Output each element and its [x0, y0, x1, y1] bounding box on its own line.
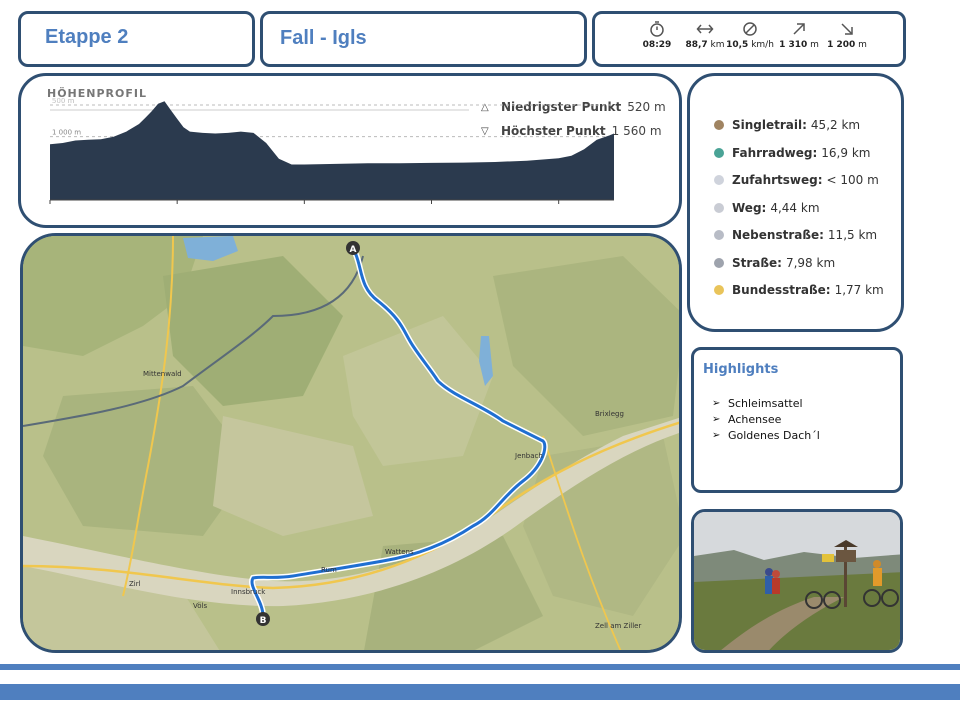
footer-bar-thin [0, 664, 960, 670]
stopwatch-icon [650, 21, 664, 37]
duration-value: 08:29 [642, 40, 672, 50]
legend-label: Weg: [732, 200, 767, 215]
surface-legend-box: Singletrail: 45,2 km Fahrradweg: 16,9 km Zuf… [687, 73, 904, 332]
footer-bar-thick [0, 684, 960, 700]
legend-value: 45,2 km [810, 118, 861, 132]
start-marker[interactable]: A [346, 241, 360, 255]
legend-value: 1,77 km [834, 283, 884, 297]
descent-value: 1 200 [827, 40, 856, 50]
y-tick-label: 500 m [52, 97, 75, 105]
elevation-profile-box: HÖHENPROFIL △ Niedrigster Punkt 520 m ▽ … [18, 73, 682, 228]
legend-item: Fahrradweg: 16,9 km [714, 144, 870, 162]
legend-color-dot [714, 202, 724, 213]
legend-item: Zufahrtsweg: < 100 m [714, 171, 879, 189]
legend-item: Bundesstraße: 1,77 km [714, 281, 884, 299]
place-label: Rum [321, 566, 337, 574]
distance-icon [696, 24, 714, 34]
end-marker[interactable]: B [256, 612, 270, 626]
legend-color-dot [714, 257, 724, 268]
descent-icon [841, 23, 853, 35]
legend-label: Straße: [732, 255, 782, 270]
place-label: Innsbruck [231, 588, 266, 596]
highlight-item: ➢ Achensee [712, 411, 820, 427]
legend-label: Singletrail: [732, 118, 807, 132]
legend-label: Zufahrtsweg: [732, 173, 823, 187]
place-label: Völs [193, 602, 207, 610]
start-marker-label: A [350, 245, 357, 255]
place-label: Brixlegg [595, 410, 624, 418]
lowest-point-value: 520 m [627, 100, 666, 114]
route-title: Fall - Igls [280, 27, 367, 49]
stage-title-box: Etappe 2 [18, 11, 255, 67]
elevation-area [50, 101, 614, 200]
ascent-icon [793, 23, 805, 35]
legend-color-dot [714, 147, 724, 158]
highlights-list: ➢ Schleimsattel ➢ Achensee ➢ Goldenes Dach´… [712, 395, 820, 443]
elevation-chart: 1 500 m1 000 m500 m500 m020 km40 km60 km… [49, 97, 614, 204]
place-label: Zirl [129, 580, 141, 588]
route-map[interactable]: A B Innsbruck Rum Wattens Jenbach Brixle… [20, 233, 682, 653]
legend-color-dot [714, 285, 724, 295]
ascent-value: 1 310 [779, 40, 808, 50]
tour-photo [691, 509, 903, 653]
highlight-label: Goldenes Dach´l [728, 428, 820, 442]
legend-item: Straße: 7,98 km [714, 254, 835, 272]
legend-value: 4,44 km [770, 200, 820, 215]
highlights-box: Highlights ➢ Schleimsattel ➢ Achensee ➢ Gol… [691, 347, 903, 493]
legend-item: Nebenstraße: 11,5 km [714, 226, 877, 244]
speed-icon [743, 22, 757, 36]
arrow-bullet-icon: ➢ [712, 413, 721, 425]
legend-value: 11,5 km [827, 228, 878, 242]
y-tick-label: 1 000 m [52, 129, 81, 137]
highlights-title: Highlights [703, 362, 779, 377]
highlight-item: ➢ Goldenes Dach´l [712, 427, 820, 443]
legend-value: 7,98 km [785, 255, 836, 270]
legend-label: Bundesstraße: [732, 283, 831, 297]
descent-stat: 1 200 m [817, 18, 877, 50]
arrow-bullet-icon: ➢ [712, 397, 721, 409]
legend-item: Singletrail: 45,2 km [714, 116, 860, 134]
legend-color-dot [714, 175, 724, 185]
legend-color-dot [714, 230, 724, 240]
highlight-label: Schleimsattel [728, 396, 803, 410]
stats-box: 08:29 88,7 km 10,5 km/h 1 310 m 1 200 m [592, 11, 906, 67]
legend-value: < 100 m [826, 173, 879, 187]
stage-title: Etappe 2 [45, 26, 129, 48]
legend-item: Weg: 4,44 km [714, 199, 820, 217]
arrow-bullet-icon: ➢ [712, 429, 721, 441]
speed-value: 10,5 [726, 40, 749, 50]
descent-unit: m [858, 40, 867, 50]
place-label: Jenbach [514, 452, 543, 460]
legend-label: Nebenstraße: [732, 228, 824, 242]
highlight-item: ➢ Schleimsattel [712, 395, 820, 411]
distance-value: 88,7 [685, 40, 708, 50]
end-marker-label: B [260, 616, 267, 626]
place-label: Wattens [385, 548, 414, 556]
route-title-box: Fall - Igls [260, 11, 587, 67]
highlight-label: Achensee [728, 412, 782, 426]
legend-color-dot [714, 120, 724, 130]
legend-value: 16,9 km [821, 145, 871, 160]
place-label: Zell am Ziller [595, 622, 641, 630]
map-canvas[interactable]: A B Innsbruck Rum Wattens Jenbach Brixle… [23, 236, 682, 653]
place-label: Mittenwald [143, 370, 182, 378]
legend-label: Fahrradweg: [732, 145, 818, 160]
